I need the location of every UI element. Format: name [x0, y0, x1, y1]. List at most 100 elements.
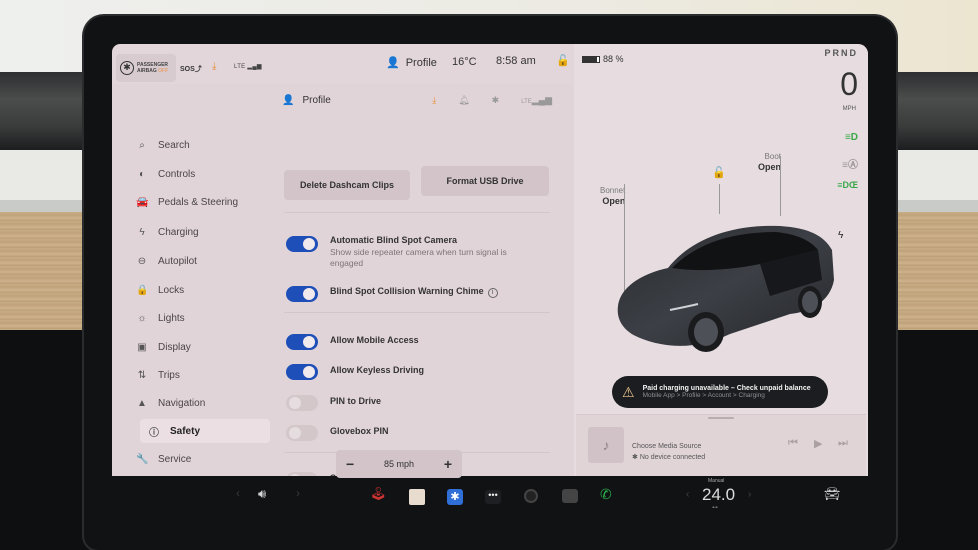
sidebar-item-locks[interactable]: 🔒 Locks: [136, 280, 184, 300]
sidebar-item-autopilot[interactable]: ⊖ Autopilot: [136, 251, 197, 271]
allow-keyless-driving-toggle[interactable]: [286, 364, 318, 380]
play-button[interactable]: ▶: [814, 437, 822, 450]
bluetooth-icon: ✱: [632, 454, 640, 461]
speed-limit-stepper: − 85 mph +: [336, 450, 462, 478]
sidebar-item-safety[interactable]: ⓘ Safety: [140, 419, 270, 443]
speed-unit: MPH: [842, 106, 856, 112]
warning-icon: ⚠: [622, 383, 635, 400]
sidebar-item-label: Navigation: [158, 397, 206, 409]
low-beam-icon: ≡D: [844, 132, 858, 143]
climate-temperature[interactable]: 24.0: [702, 485, 735, 505]
temp-up-chevron-icon[interactable]: ›: [748, 489, 751, 500]
info-icon[interactable]: i: [487, 288, 498, 298]
automatic-blind-spot-camera-toggle[interactable]: [286, 236, 318, 252]
speed-limit-value: 85 mph: [383, 459, 415, 469]
boot-label: Boot: [764, 152, 782, 161]
bell-icon[interactable]: 🔔︎: [458, 95, 469, 106]
sidebar-item-label: Search: [158, 139, 190, 151]
charge-port-bolt-icon[interactable]: ϟ: [838, 230, 843, 241]
sidebar-item-label: Lights: [158, 312, 185, 324]
car-controls-icon[interactable]: 🚘︎: [824, 486, 841, 502]
airbag-line2: AIRBAG: [137, 68, 157, 74]
toybox-joystick-icon[interactable]: 🕹︎: [370, 486, 387, 502]
divider: [284, 312, 550, 313]
notes-app-icon[interactable]: [409, 489, 425, 505]
toggle-icon: ◐: [138, 168, 146, 180]
media-drag-handle[interactable]: [708, 417, 734, 419]
divider: [284, 212, 550, 213]
sidebar-item-search[interactable]: ⌕ Search: [136, 135, 190, 155]
battery-fill: [583, 56, 598, 62]
phone-curve-icon: ⤴: [194, 66, 202, 73]
blind-spot-warning-chime-label: Blind Spot Collision Warning Chime: [330, 286, 484, 296]
sos-button[interactable]: SOS⤴: [180, 64, 202, 74]
alert-title: Paid charging unavailable – Check unpaid…: [642, 385, 811, 392]
allow-keyless-driving-label: Allow Keyless Driving: [330, 365, 425, 375]
format-usb-drive-button[interactable]: Format USB Drive: [421, 166, 549, 196]
volume-up-chevron-icon[interactable]: ›: [296, 486, 300, 500]
safety-icon: ⓘ: [149, 427, 159, 439]
profile-button[interactable]: 👤 Profile: [386, 56, 437, 70]
sidebar-item-charging[interactable]: ϟ Charging: [136, 222, 198, 242]
unlock-icon[interactable]: 🔓: [556, 54, 570, 67]
header-profile-button[interactable]: 👤 Profile: [282, 95, 331, 106]
auto-highbeam-icon: ≡Ⓐ: [842, 160, 858, 171]
more-apps-icon[interactable]: •••: [485, 490, 501, 504]
download-icon[interactable]: ⤓: [432, 95, 436, 106]
delete-dashcam-clips-button[interactable]: Delete Dashcam Clips: [284, 170, 410, 200]
person-icon: 👤: [282, 95, 295, 106]
blind-spot-warning-chime-toggle[interactable]: [286, 286, 318, 302]
volume-icon[interactable]: 🔊︎: [258, 486, 266, 502]
charging-alert-banner[interactable]: ⚠ Paid charging unavailable – Check unpa…: [612, 376, 828, 408]
sidebar-item-trips[interactable]: ⇅ Trips: [136, 365, 180, 385]
sidebar-item-label: Controls: [158, 168, 196, 180]
music-note-icon[interactable]: ♪: [588, 427, 624, 463]
lte-label: LTE: [521, 99, 532, 105]
parking-lights-icon: ≡DŒ: [837, 180, 858, 190]
sidebar-item-pedals-steering[interactable]: 🚘 Pedals & Steering: [136, 192, 238, 212]
sidebar-item-label: Pedals & Steering: [158, 196, 239, 208]
allow-mobile-access-toggle[interactable]: [286, 334, 318, 350]
sidebar-item-display[interactable]: ▣ Display: [136, 337, 191, 357]
next-track-button[interactable]: ⏭: [838, 437, 848, 450]
sidebar-item-service[interactable]: 🔧 Service: [136, 449, 191, 469]
bluetooth-icon[interactable]: ✱: [492, 95, 500, 106]
seat-heater-icons[interactable]: ◓◓: [712, 505, 718, 511]
sidebar-item-controls[interactable]: ◐ Controls: [136, 164, 195, 184]
sidebar-item-lights[interactable]: ☼ Lights: [136, 308, 185, 328]
car-unlock-icon[interactable]: 🔓: [712, 166, 726, 179]
volume-down-chevron-icon[interactable]: ‹: [236, 486, 240, 500]
sidebar-item-navigation[interactable]: ▲ Navigation: [136, 393, 205, 413]
toggle-knob: [303, 288, 315, 300]
navigation-icon: ▲: [137, 397, 147, 409]
sidebar-item-label: Trips: [158, 369, 180, 381]
decrease-speed-button[interactable]: −: [346, 456, 354, 472]
camera-app-icon[interactable]: [524, 489, 538, 503]
dashcam-app-icon[interactable]: [562, 489, 578, 503]
toggle-knob: [303, 336, 315, 348]
airbag-icon: ✱: [120, 61, 134, 75]
pin-to-drive-toggle[interactable]: [286, 395, 318, 411]
temp-down-chevron-icon[interactable]: ‹: [686, 489, 689, 500]
battery-icon: [582, 55, 600, 63]
car-icon: 🚘: [136, 196, 149, 208]
boot-callout[interactable]: Boot Open: [758, 152, 781, 172]
automatic-blind-spot-camera-description: Show side repeater camera when turn sign…: [330, 247, 507, 268]
download-icon[interactable]: ⤓: [212, 61, 216, 72]
phone-app-icon[interactable]: ✆: [600, 486, 612, 503]
passenger-airbag-indicator: ✱ PASSENGER AIRBAG OFF: [116, 54, 176, 82]
bluetooth-app-icon[interactable]: ✱: [447, 489, 463, 505]
sidebar-item-label: Locks: [158, 284, 185, 296]
profile-label: Profile: [405, 56, 437, 69]
boot-callout-line: [780, 156, 781, 216]
increase-speed-button[interactable]: +: [444, 456, 452, 472]
glovebox-pin-toggle[interactable]: [286, 425, 318, 441]
bonnet-callout[interactable]: Bonnet Open: [600, 186, 625, 206]
speed-readout: 0: [840, 66, 858, 102]
bolt-icon: ϟ: [139, 226, 145, 238]
car-model-image: [617, 225, 834, 352]
media-source-button[interactable]: Choose Media Source: [632, 443, 701, 450]
lock-icon: 🔒: [136, 284, 149, 296]
blind-spot-warning-chime-row: Blind Spot Collision Warning Chime i: [330, 286, 498, 298]
previous-track-button[interactable]: ⏮: [788, 437, 798, 450]
